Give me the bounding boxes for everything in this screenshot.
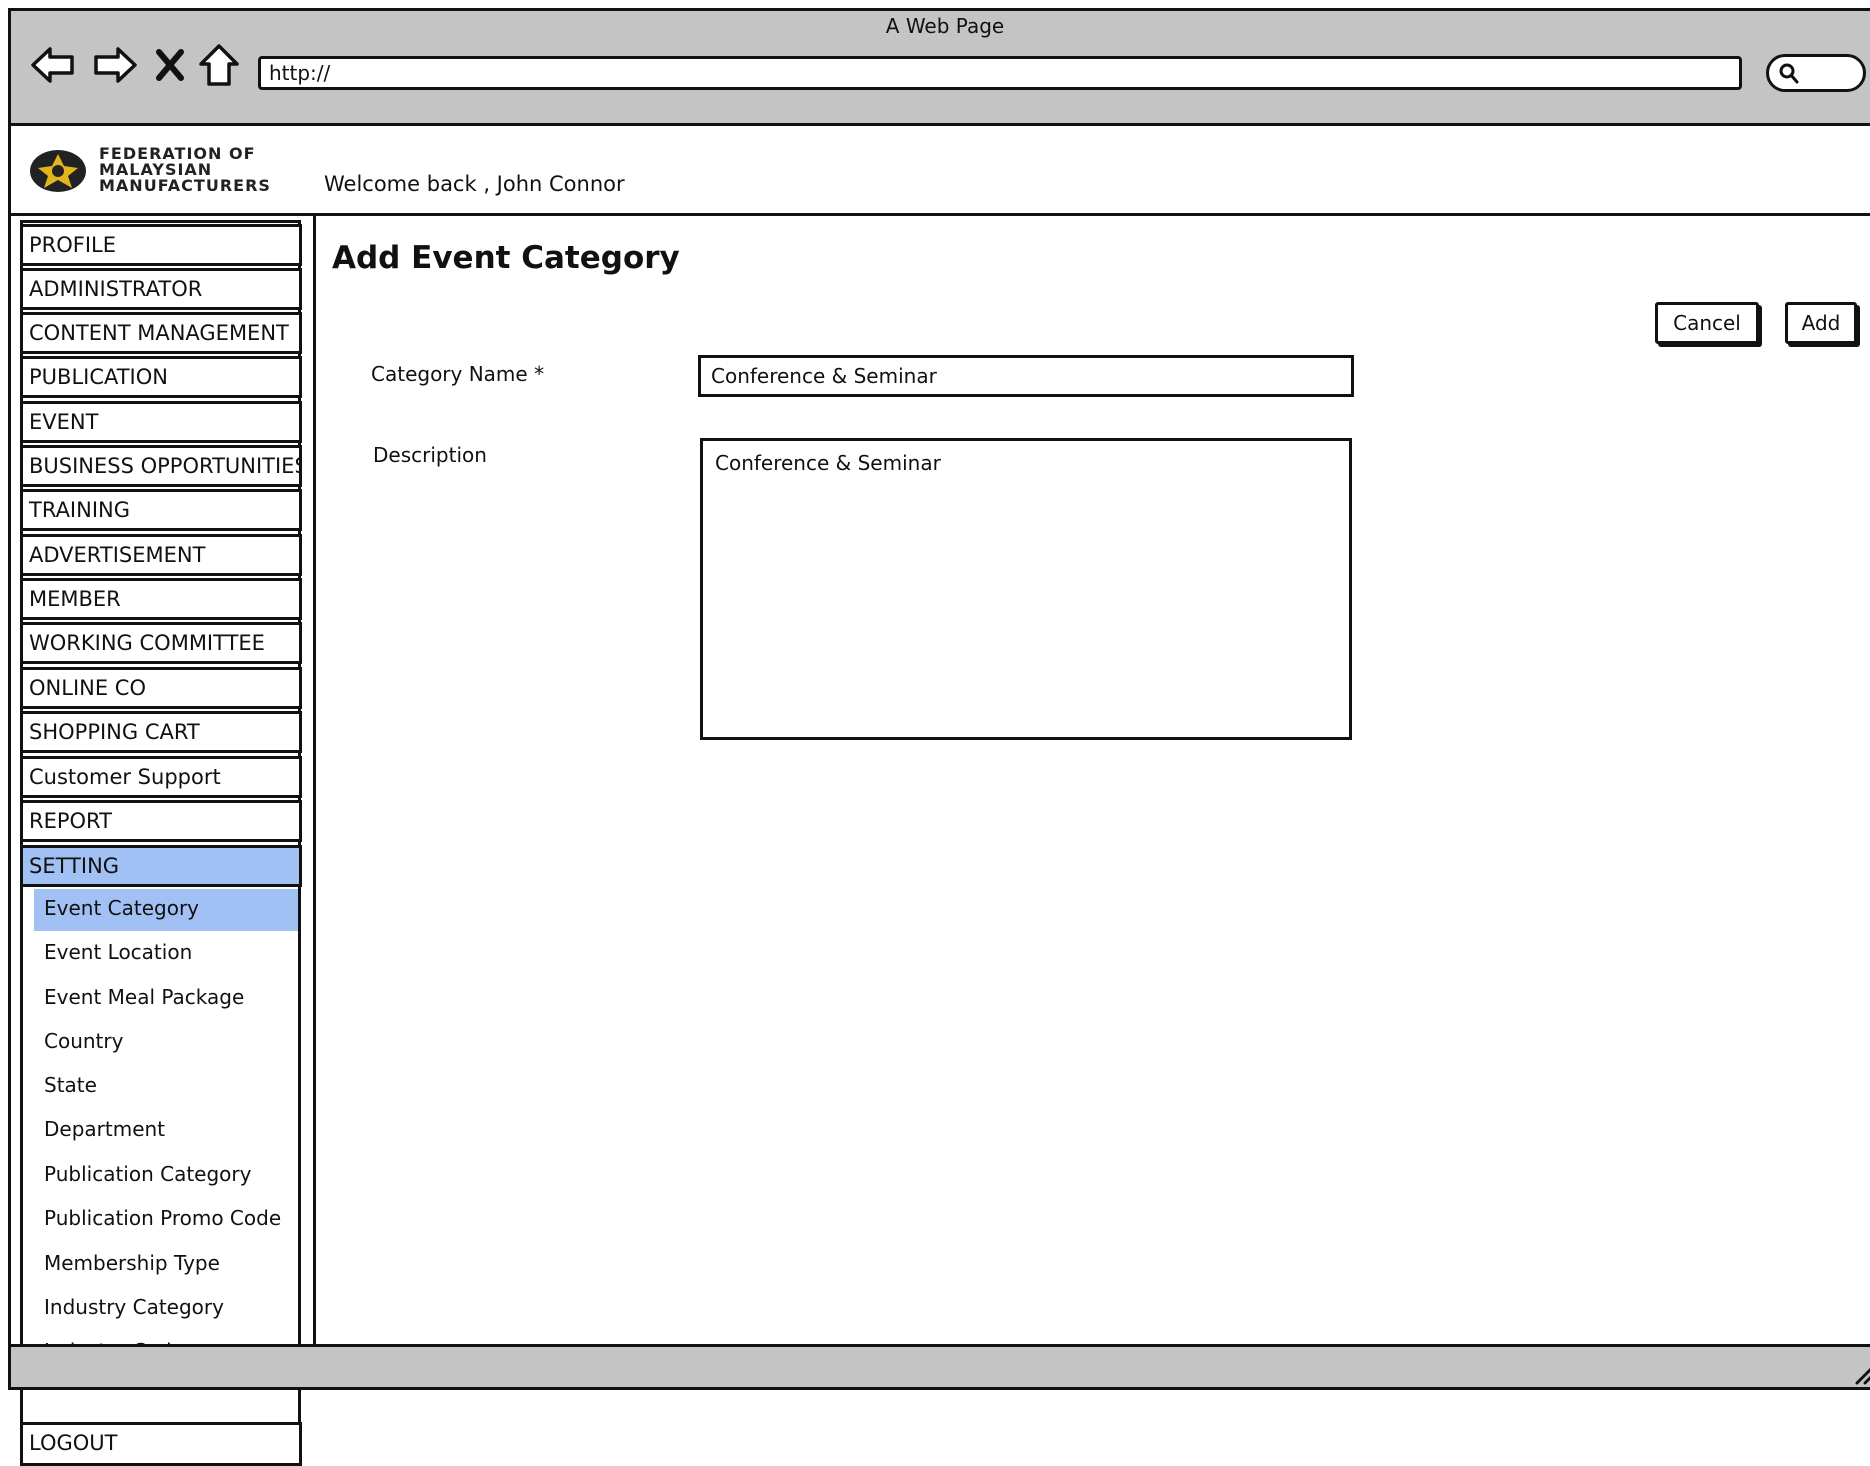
url-input[interactable]: http:// <box>258 56 1742 90</box>
submenu-item-publication-category[interactable]: Publication Category <box>34 1155 298 1197</box>
logo-line: MANUFACTURERS <box>99 176 271 195</box>
sidebar-item-profile[interactable]: PROFILE <box>20 224 302 266</box>
sidebar-item-setting[interactable]: SETTING <box>20 845 302 887</box>
sidebar-item-training[interactable]: TRAINING <box>20 489 302 531</box>
sidebar-item-logout[interactable]: LOGOUT <box>20 1422 302 1466</box>
app-header <box>11 128 1870 216</box>
browser-search-box[interactable] <box>1766 54 1866 92</box>
category-name-label: Category Name * <box>371 362 545 386</box>
window-title: A Web Page <box>885 14 1005 38</box>
sidebar-item-administrator[interactable]: ADMINISTRATOR <box>20 268 302 310</box>
welcome-message: Welcome back , John Connor <box>324 172 625 196</box>
sidebar-item-customer-support[interactable]: Customer Support <box>20 756 302 798</box>
sidebar-item-shopping-cart[interactable]: SHOPPING CART <box>20 711 302 753</box>
forward-icon[interactable] <box>90 40 140 90</box>
sidebar-item-working-committee[interactable]: WORKING COMMITTEE <box>20 622 302 664</box>
sidebar-item-online-co[interactable]: ONLINE CO <box>20 667 302 709</box>
resize-grip-icon[interactable] <box>1853 1363 1870 1385</box>
home-icon[interactable] <box>196 40 242 90</box>
sidebar-item-member[interactable]: MEMBER <box>20 578 302 620</box>
sidebar-item-event[interactable]: EVENT <box>20 401 302 443</box>
submenu-item-country[interactable]: Country <box>34 1022 298 1064</box>
search-icon <box>1779 63 1799 84</box>
sidebar-item-content-management[interactable]: CONTENT MANAGEMENT <box>20 312 302 354</box>
description-textarea[interactable]: Conference & Seminar <box>700 438 1352 740</box>
submenu-item-department[interactable]: Department <box>34 1110 298 1152</box>
back-icon[interactable] <box>28 40 78 90</box>
submenu-item-membership-type[interactable]: Membership Type <box>34 1244 298 1286</box>
sidebar-item-publication[interactable]: PUBLICATION <box>20 356 302 398</box>
submenu-item-state[interactable]: State <box>34 1066 298 1108</box>
submenu-item-event-category[interactable]: Event Category <box>34 889 298 931</box>
cancel-button[interactable]: Cancel <box>1655 302 1759 344</box>
logo-emblem <box>28 148 88 194</box>
submenu-item-event-meal-package[interactable]: Event Meal Package <box>34 978 298 1020</box>
description-label: Description <box>373 443 487 467</box>
submenu-item-event-location[interactable]: Event Location <box>34 933 298 975</box>
close-icon[interactable] <box>152 40 188 90</box>
submenu-item-industry-category[interactable]: Industry Category <box>34 1288 298 1330</box>
logo-text: FEDERATION OF MALAYSIAN MANUFACTURERS <box>99 146 271 194</box>
content-divider <box>313 216 316 1346</box>
sidebar-item-advertisement[interactable]: ADVERTISEMENT <box>20 534 302 576</box>
category-name-input[interactable]: Conference & Seminar <box>698 355 1354 397</box>
sidebar-item-report[interactable]: REPORT <box>20 800 302 842</box>
sidebar-item-business-opportunities[interactable]: BUSINESS OPPORTUNITIES <box>20 445 302 487</box>
browser-status-bar <box>8 1344 1870 1390</box>
add-button[interactable]: Add <box>1785 302 1857 344</box>
submenu-item-publication-promo-code[interactable]: Publication Promo Code <box>34 1199 298 1241</box>
page-title: Add Event Category <box>332 240 680 276</box>
